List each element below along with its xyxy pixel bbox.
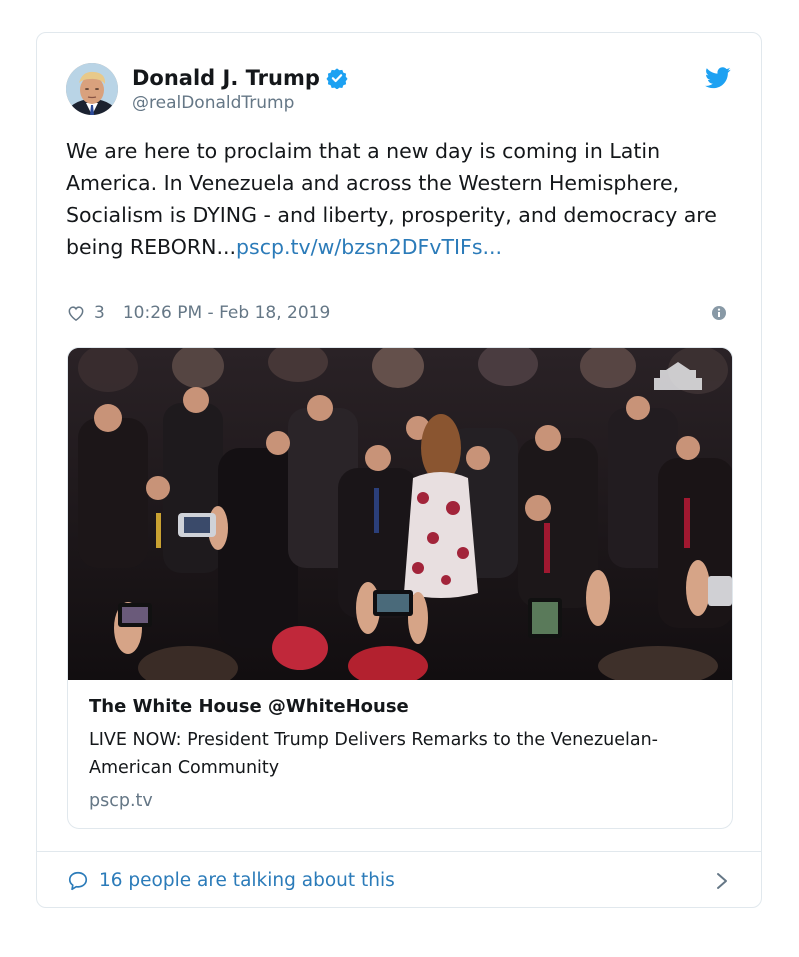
tweet-link[interactable]: pscp.tv/w/bzsn2DFvTIFs... bbox=[236, 235, 502, 259]
card-domain[interactable]: pscp.tv bbox=[89, 788, 712, 814]
author-display-name[interactable]: Donald J. Trump bbox=[132, 64, 348, 92]
chevron-right-icon[interactable] bbox=[715, 871, 729, 891]
card-title[interactable]: The White House @WhiteHouse bbox=[89, 694, 712, 720]
link-card[interactable]: The White House @WhiteHouse LIVE NOW: Pr… bbox=[67, 347, 733, 829]
heart-outline-icon[interactable] bbox=[66, 303, 86, 323]
card-body: The White House @WhiteHouse LIVE NOW: Pr… bbox=[89, 694, 712, 814]
tweet-header: Donald J. Trump @realDonaldTrump bbox=[66, 63, 737, 119]
tweet-timestamp[interactable]: 10:26 PM - Feb 18, 2019 bbox=[123, 303, 330, 323]
speech-bubble-icon[interactable] bbox=[67, 870, 89, 892]
author-names: Donald J. Trump @realDonaldTrump bbox=[132, 64, 348, 114]
card-image[interactable] bbox=[68, 348, 732, 690]
tweet-embed: Donald J. Trump @realDonaldTrump We are … bbox=[36, 32, 762, 908]
verified-badge-icon bbox=[326, 68, 348, 89]
talking-about-link[interactable]: 16 people are talking about this bbox=[99, 868, 395, 894]
tweet-footer[interactable]: 16 people are talking about this bbox=[37, 851, 761, 909]
card-description[interactable]: LIVE NOW: President Trump Delivers Remar… bbox=[89, 726, 712, 782]
twitter-bird-icon[interactable] bbox=[705, 67, 731, 89]
avatar[interactable] bbox=[66, 63, 118, 115]
author-handle[interactable]: @realDonaldTrump bbox=[132, 92, 348, 114]
display-name-text[interactable]: Donald J. Trump bbox=[132, 64, 320, 92]
info-icon[interactable] bbox=[711, 305, 727, 321]
tweet-text: We are here to proclaim that a new day i… bbox=[66, 135, 746, 263]
like-count[interactable]: 3 bbox=[94, 303, 105, 323]
tweet-meta: 3 10:26 PM - Feb 18, 2019 bbox=[66, 301, 727, 325]
